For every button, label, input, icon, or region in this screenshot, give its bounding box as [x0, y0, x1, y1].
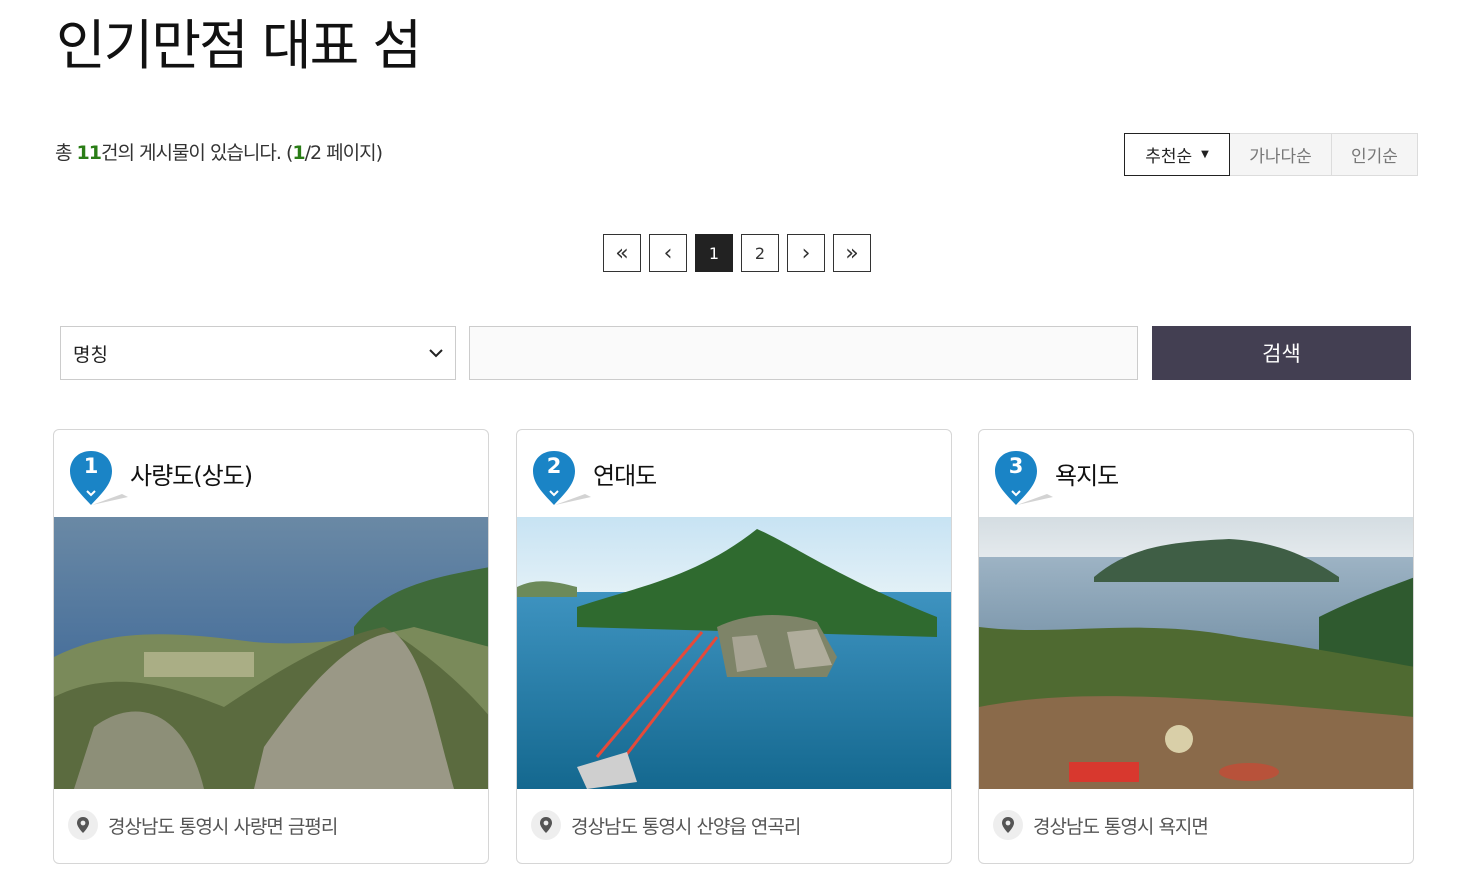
island-card-2[interactable]: 2 연대도 경상남도 통영시 산양읍 연곡리: [516, 429, 952, 864]
location-pin-icon: [68, 810, 98, 840]
island-photo[interactable]: [979, 517, 1414, 789]
location-pin-icon: [993, 810, 1023, 840]
search-field-value: 명칭: [73, 343, 108, 366]
card-number: 1: [83, 454, 99, 478]
count-suffix: /2 페이지): [304, 142, 383, 164]
island-photo[interactable]: [54, 517, 489, 789]
search-input[interactable]: [469, 326, 1138, 380]
island-card-1[interactable]: 1 사량도(상도) 경상남도 통영시 사량면 금평리: [53, 429, 489, 864]
sort-recommended-label: 추천순: [1145, 147, 1193, 167]
count-prefix: 총: [55, 142, 73, 164]
pagination: « ‹ 1 2 › »: [603, 234, 879, 272]
last-page-button[interactable]: »: [833, 234, 871, 272]
card-location: 경상남도 통영시 산양읍 연곡리: [531, 810, 801, 840]
card-header: 2 연대도: [517, 430, 951, 517]
card-title[interactable]: 사량도(상도): [130, 456, 253, 491]
next-page-button[interactable]: ›: [787, 234, 825, 272]
card-location: 경상남도 통영시 사량면 금평리: [68, 810, 338, 840]
chevron-down-icon: [429, 349, 443, 358]
card-title[interactable]: 연대도: [593, 456, 657, 491]
sort-recommended-dropdown[interactable]: 추천순 ▼: [1124, 133, 1230, 176]
sort-alphabetical-button[interactable]: 가나다순: [1230, 133, 1332, 176]
card-number: 3: [1008, 454, 1024, 478]
current-page-indicator: 1: [292, 142, 305, 164]
card-number: 2: [546, 454, 562, 478]
card-location: 경상남도 통영시 욕지면: [993, 810, 1209, 840]
page-title: 인기만점 대표 섬: [56, 14, 422, 77]
page-2-button[interactable]: 2: [741, 234, 779, 272]
location-text: 경상남도 통영시 사량면 금평리: [108, 815, 338, 838]
prev-page-button[interactable]: ‹: [649, 234, 687, 272]
card-header: 1 사량도(상도): [54, 430, 488, 517]
count-middle: 건의 게시물이 있습니다. (: [100, 142, 293, 164]
search-field-select[interactable]: 명칭: [60, 326, 456, 380]
location-text: 경상남도 통영시 산양읍 연곡리: [571, 815, 801, 838]
island-card-3[interactable]: 3 욕지도 경상남도 통영시 욕지면: [978, 429, 1414, 864]
page-1-button[interactable]: 1: [695, 234, 733, 272]
total-count: 11: [76, 142, 102, 164]
first-page-button[interactable]: «: [603, 234, 641, 272]
sort-popular-button[interactable]: 인기순: [1332, 133, 1418, 176]
search-button[interactable]: 검색: [1152, 326, 1411, 380]
result-count: 총 11건의 게시물이 있습니다. (1/2 페이지): [55, 138, 383, 165]
caret-down-icon: ▼: [1201, 149, 1209, 160]
location-text: 경상남도 통영시 욕지면: [1033, 815, 1209, 838]
card-header: 3 욕지도: [979, 430, 1413, 517]
sort-options: 추천순 ▼ 가나다순 인기순: [1124, 133, 1418, 176]
location-pin-icon: [531, 810, 561, 840]
island-photo[interactable]: [517, 517, 952, 789]
card-title[interactable]: 욕지도: [1055, 456, 1119, 491]
